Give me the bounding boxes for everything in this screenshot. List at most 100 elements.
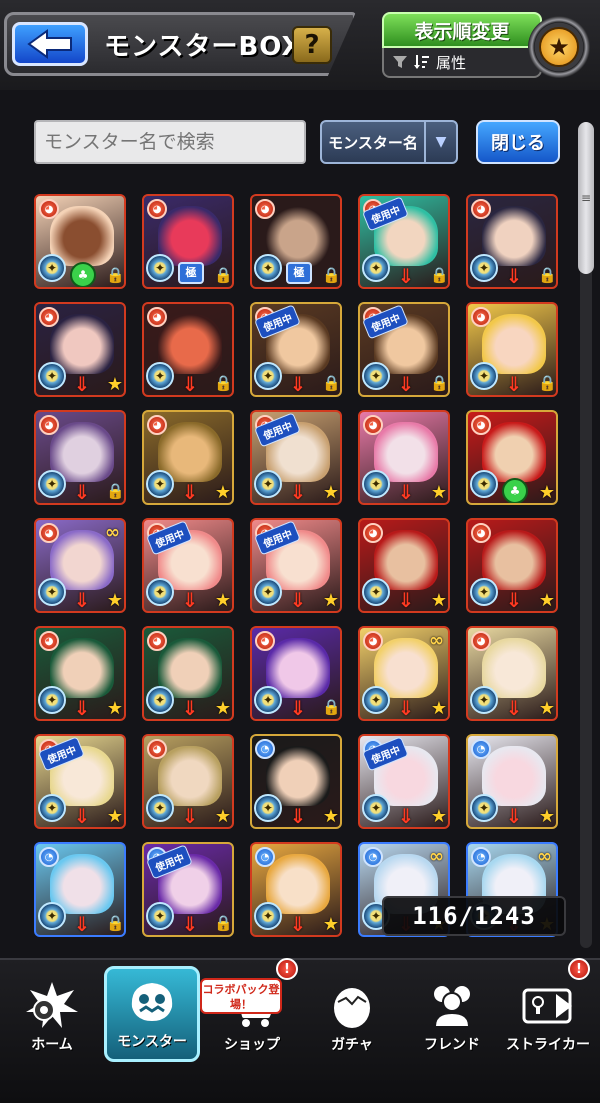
water-element-icon: ◔ xyxy=(255,847,275,867)
fire-element-icon: ◕ xyxy=(471,523,491,543)
water-element-icon: ◔ xyxy=(471,739,491,759)
sort-order-button[interactable]: 表示順変更 xyxy=(382,12,542,48)
water-element-icon: ◔ xyxy=(363,847,383,867)
lock-icon: 🔒 xyxy=(214,914,233,932)
monster-card[interactable]: ◕使用中✦⇓🔒 xyxy=(250,302,342,397)
monster-card[interactable]: ◕ ✦ ⇓ ★ xyxy=(466,518,558,613)
clover-icon: ♣ xyxy=(70,262,96,287)
nav-gacha-label: ガチャ xyxy=(331,1037,373,1053)
luck-skill-icon: ✦ xyxy=(146,686,174,714)
lock-icon: 🔒 xyxy=(106,914,125,932)
link-chain-icon: ∞ xyxy=(105,522,120,543)
sort-attribute-indicator[interactable]: 属性 xyxy=(382,48,542,78)
monster-card[interactable]: ◕ ✦ ⇓ ★ xyxy=(34,626,126,721)
favorite-star-icon: ★ xyxy=(538,806,556,827)
favorite-star-icon: ★ xyxy=(322,806,340,827)
monster-card[interactable]: ◔使用中✦⇓🔒 xyxy=(142,842,234,937)
luck-skill-icon: ✦ xyxy=(146,254,174,282)
monster-card[interactable]: ◕ ✦ ⇓ ★ xyxy=(466,626,558,721)
nav-home-label: ホーム xyxy=(31,1037,73,1053)
monster-card[interactable]: ◕ ✦ ⇓ 🔒 xyxy=(466,194,558,289)
fire-element-icon: ◕ xyxy=(147,415,167,435)
fire-element-icon: ◕ xyxy=(147,199,167,219)
monster-card[interactable]: ◕使用中✦⇓★ xyxy=(142,518,234,613)
favorite-star-icon: ★ xyxy=(430,698,448,719)
monster-card[interactable]: ◕ ✦ 極 🔒 xyxy=(142,194,234,289)
monster-card[interactable]: ◕使用中✦⇓★ xyxy=(250,518,342,613)
star-button[interactable]: ★ xyxy=(528,16,590,78)
luck-skill-icon: ✦ xyxy=(362,470,390,498)
luck-skill-icon: ✦ xyxy=(254,362,282,390)
bottom-nav: ホーム モンスター ショップ ガチャ フレンド ストライカー xyxy=(0,958,600,1103)
link-chain-icon: ∞ xyxy=(429,630,444,651)
fire-element-icon: ◕ xyxy=(363,631,383,651)
monster-card[interactable]: ◕ ✦ 極 🔒 xyxy=(250,194,342,289)
luck-skill-icon: ✦ xyxy=(362,254,390,282)
fire-element-icon: ◕ xyxy=(363,415,383,435)
down-arrow-icon: ⇓ xyxy=(505,696,523,720)
fire-element-icon: ◕ xyxy=(471,631,491,651)
down-arrow-icon: ⇓ xyxy=(181,588,199,612)
fire-element-icon: ◕ xyxy=(39,631,59,651)
friends-icon xyxy=(424,980,480,1030)
monster-card[interactable]: ◕ ✦ ⇓ ★ xyxy=(142,626,234,721)
shop-alert-badge: ! xyxy=(276,958,298,980)
link-chain-icon: ∞ xyxy=(429,846,444,867)
link-chain-icon: ∞ xyxy=(537,846,552,867)
down-arrow-icon: ⇓ xyxy=(73,696,91,720)
luck-skill-icon: ✦ xyxy=(470,686,498,714)
back-button[interactable] xyxy=(12,22,88,66)
monster-card[interactable]: ◕ ∞ ✦ ⇓ ★ xyxy=(358,626,450,721)
monster-card[interactable]: ◕ ✦ ⇓ 🔒 xyxy=(34,410,126,505)
luck-skill-icon: ✦ xyxy=(254,578,282,606)
monster-card[interactable]: ◕ ✦ ⇓ 🔒 xyxy=(250,626,342,721)
monster-card[interactable]: ◔ ✦ ⇓ ★ xyxy=(250,734,342,829)
monster-card[interactable]: ◕使用中✦⇓★ xyxy=(250,410,342,505)
favorite-star-icon: ★ xyxy=(106,698,124,719)
monster-card[interactable]: ◕ ✦ ⇓ ★ xyxy=(142,410,234,505)
sort-attribute-label: 属性 xyxy=(436,53,467,72)
monster-card[interactable]: ◕ ✦ ⇓ ★ xyxy=(34,302,126,397)
down-arrow-icon: ⇓ xyxy=(397,804,415,828)
luck-skill-icon: ✦ xyxy=(38,794,66,822)
monster-card[interactable]: ◔ ✦ ⇓ ★ xyxy=(466,734,558,829)
monster-card[interactable]: ◕ ✦ ⇓ ★ xyxy=(358,410,450,505)
help-button[interactable]: ? xyxy=(292,26,332,64)
monster-card[interactable]: ◕ ✦ ⇓ ★ xyxy=(142,734,234,829)
down-arrow-icon: ⇓ xyxy=(397,372,415,396)
nav-striker[interactable]: ストライカー xyxy=(500,966,596,1062)
nav-gacha[interactable]: ガチャ xyxy=(304,966,400,1062)
down-arrow-icon: ⇓ xyxy=(505,588,523,612)
monster-card[interactable]: ◕使用中✦⇓🔒 xyxy=(358,194,450,289)
down-arrow-icon: ⇓ xyxy=(181,480,199,504)
nav-shop-label: ショップ xyxy=(224,1037,280,1053)
nav-friend-label: フレンド xyxy=(424,1037,480,1053)
favorite-star-icon: ★ xyxy=(538,698,556,719)
monster-search-input[interactable] xyxy=(34,120,306,164)
lock-icon: 🔒 xyxy=(322,698,341,716)
search-type-label: モンスター名 xyxy=(328,133,418,152)
nav-monster[interactable]: モンスター xyxy=(104,966,200,1062)
favorite-star-icon: ★ xyxy=(430,482,448,503)
monster-card[interactable]: ◕使用中✦⇓🔒 xyxy=(358,302,450,397)
luck-skill-icon: ✦ xyxy=(254,902,282,930)
monster-card[interactable]: ◔ ✦ ⇓ 🔒 xyxy=(34,842,126,937)
monster-card[interactable]: ◔ ✦ ⇓ ★ xyxy=(250,842,342,937)
monster-card[interactable]: ◕ ✦ ♣ ★ xyxy=(466,410,558,505)
close-button[interactable]: 閉じる xyxy=(476,120,560,164)
monster-card[interactable]: ◕ ∞ ✦ ⇓ ★ xyxy=(34,518,126,613)
nav-home[interactable]: ホーム xyxy=(4,966,100,1062)
monster-card[interactable]: ◕ ✦ ♣ 🔒 xyxy=(34,194,126,289)
collab-pack-tag: コラボパック登場！ xyxy=(200,978,282,1014)
monster-card[interactable]: ◔使用中✦⇓★ xyxy=(358,734,450,829)
monster-card[interactable]: ◕ ✦ ⇓ 🔒 xyxy=(466,302,558,397)
scrollbar-thumb[interactable]: ≡ xyxy=(578,122,594,274)
down-arrow-icon: ⇓ xyxy=(397,696,415,720)
down-arrow-icon: ⇓ xyxy=(397,264,415,288)
search-type-select[interactable]: モンスター名 ▼ xyxy=(320,120,458,164)
monster-card[interactable]: ◕使用中✦⇓★ xyxy=(34,734,126,829)
monster-card[interactable]: ◕ ✦ ⇓ 🔒 xyxy=(142,302,234,397)
luck-skill-icon: ✦ xyxy=(362,794,390,822)
monster-card[interactable]: ◕ ✦ ⇓ ★ xyxy=(358,518,450,613)
nav-friend[interactable]: フレンド xyxy=(404,966,500,1062)
